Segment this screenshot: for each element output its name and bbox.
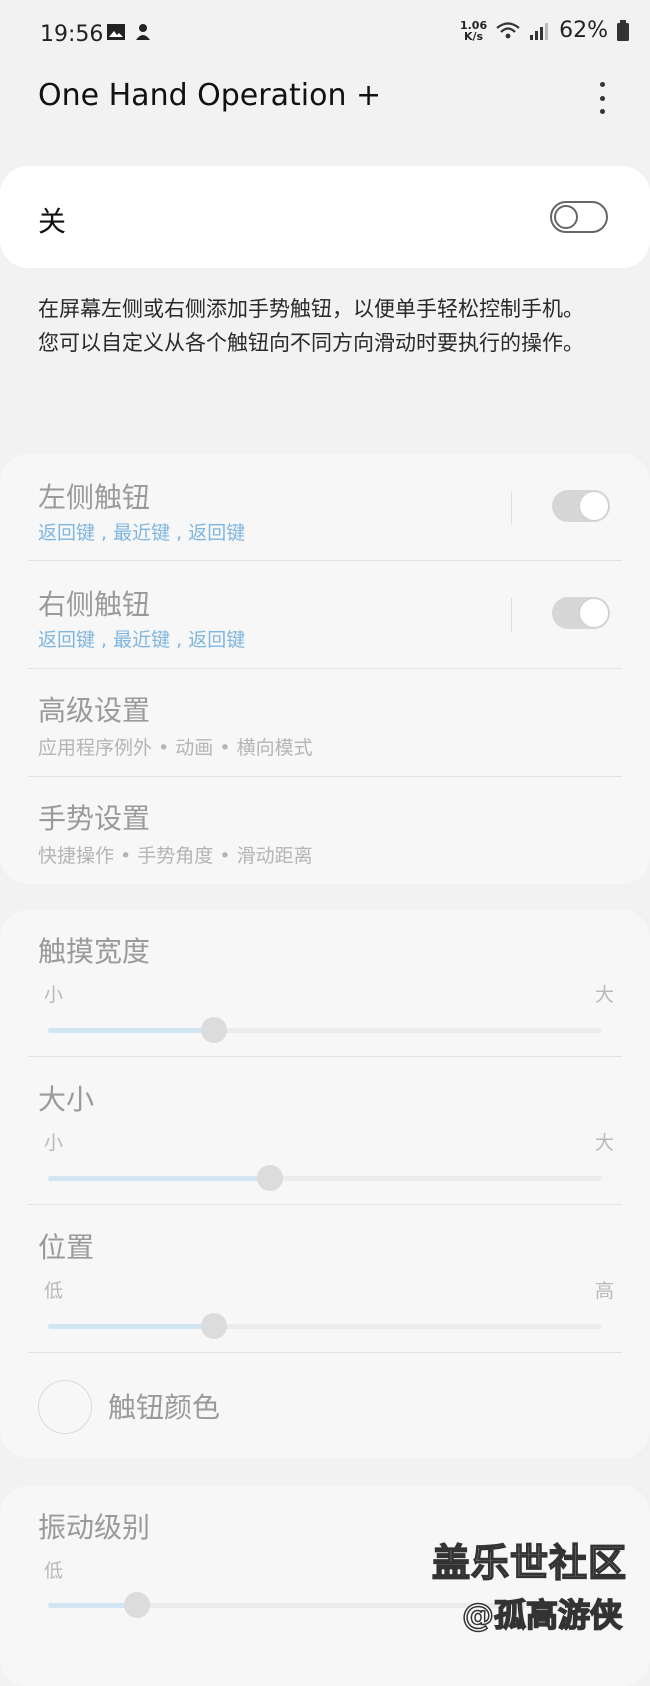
status-bar: 19:56 1.06 K/s 62%	[0, 0, 650, 72]
advanced-settings-title: 高级设置	[38, 694, 151, 727]
gesture-settings-row[interactable]: 手势设置 快捷操作 • 手势角度 • 滑动距离	[28, 777, 622, 883]
vibration-min-label: 低	[44, 1560, 64, 1582]
row-separator	[511, 491, 512, 525]
right-handle-toggle[interactable]	[552, 597, 610, 629]
speed-unit: K/s	[463, 29, 484, 43]
vibration-title: 振动级别	[38, 1511, 151, 1544]
master-switch-label: 关	[38, 205, 67, 238]
position-row: 位置 低 高	[28, 1206, 622, 1352]
touch-width-max-label: 大	[594, 984, 614, 1006]
left-handle-title: 左侧触钮	[38, 481, 151, 514]
size-row: 大小 小 大	[28, 1058, 622, 1204]
battery-icon	[617, 19, 629, 41]
right-handle-row[interactable]: 右侧触钮 返回键 , 最近键 , 返回键	[28, 561, 622, 667]
divider	[28, 1352, 622, 1353]
touch-width-row: 触摸宽度 小 大	[28, 910, 622, 1056]
gallery-icon	[107, 24, 125, 40]
slider-thumb[interactable]	[123, 1592, 150, 1618]
watermark-site: 盖乐世社区	[431, 1540, 628, 1586]
status-right-group: 1.06 K/s 62%	[460, 18, 630, 43]
master-switch-row[interactable]: 关	[0, 166, 650, 268]
slider-thumb[interactable]	[201, 1017, 228, 1043]
position-min-label: 低	[44, 1280, 64, 1302]
left-handle-row[interactable]: 左侧触钮 返回键 , 最近键 , 返回键	[28, 454, 622, 560]
handle-color-label: 触钮颜色	[108, 1391, 221, 1424]
page-title: One Hand Operation +	[38, 78, 382, 113]
slider-thumb[interactable]	[201, 1313, 228, 1339]
watermark-author: @孤高游侠	[461, 1595, 623, 1635]
notification-app-icon	[136, 24, 150, 40]
right-handle-title: 右侧触钮	[38, 588, 151, 621]
divider	[28, 1204, 622, 1205]
touch-width-min-label: 小	[44, 984, 64, 1006]
handle-color-row[interactable]: 触钮颜色	[28, 1354, 622, 1458]
gesture-settings-title: 手势设置	[38, 802, 151, 835]
advanced-settings-row[interactable]: 高级设置 应用程序例外 • 动画 • 横向模式	[28, 669, 622, 775]
handle-color-swatch[interactable]	[38, 1380, 92, 1434]
left-handle-subtitle: 返回键 , 最近键 , 返回键	[38, 522, 246, 544]
more-options-icon[interactable]	[590, 82, 614, 114]
feature-description: 在屏幕左侧或右侧添加手势触钮，以便单手轻松控制手机。 您可以自定义从各个触钮向不…	[38, 292, 598, 360]
signal-icon	[530, 22, 549, 40]
advanced-settings-subtitle: 应用程序例外 • 动画 • 横向模式	[38, 737, 313, 759]
right-handle-subtitle: 返回键 , 最近键 , 返回键	[38, 629, 246, 651]
speed-value: 1.06	[459, 18, 488, 32]
touch-width-slider[interactable]	[48, 1017, 602, 1043]
divider	[28, 1056, 622, 1057]
gesture-settings-subtitle: 快捷操作 • 手势角度 • 滑动距离	[38, 845, 313, 867]
description-line-1: 在屏幕左侧或右侧添加手势触钮，以便单手轻松控制手机。	[38, 297, 584, 321]
battery-percent: 62%	[559, 18, 608, 43]
description-line-2: 您可以自定义从各个触钮向不同方向滑动时要执行的操作。	[38, 331, 584, 355]
size-max-label: 大	[594, 1132, 614, 1154]
status-time: 19:56	[40, 22, 104, 47]
position-slider[interactable]	[48, 1313, 602, 1339]
wifi-icon	[496, 21, 520, 38]
position-max-label: 高	[594, 1280, 614, 1302]
touch-width-title: 触摸宽度	[38, 935, 151, 968]
size-title: 大小	[38, 1083, 95, 1116]
position-title: 位置	[38, 1231, 95, 1264]
slider-thumb[interactable]	[256, 1165, 283, 1191]
size-slider[interactable]	[48, 1165, 602, 1191]
left-handle-toggle[interactable]	[552, 490, 610, 522]
row-separator	[511, 598, 512, 632]
master-toggle[interactable]	[550, 201, 608, 233]
size-min-label: 小	[44, 1132, 64, 1154]
network-speed: 1.06 K/s	[460, 20, 487, 42]
